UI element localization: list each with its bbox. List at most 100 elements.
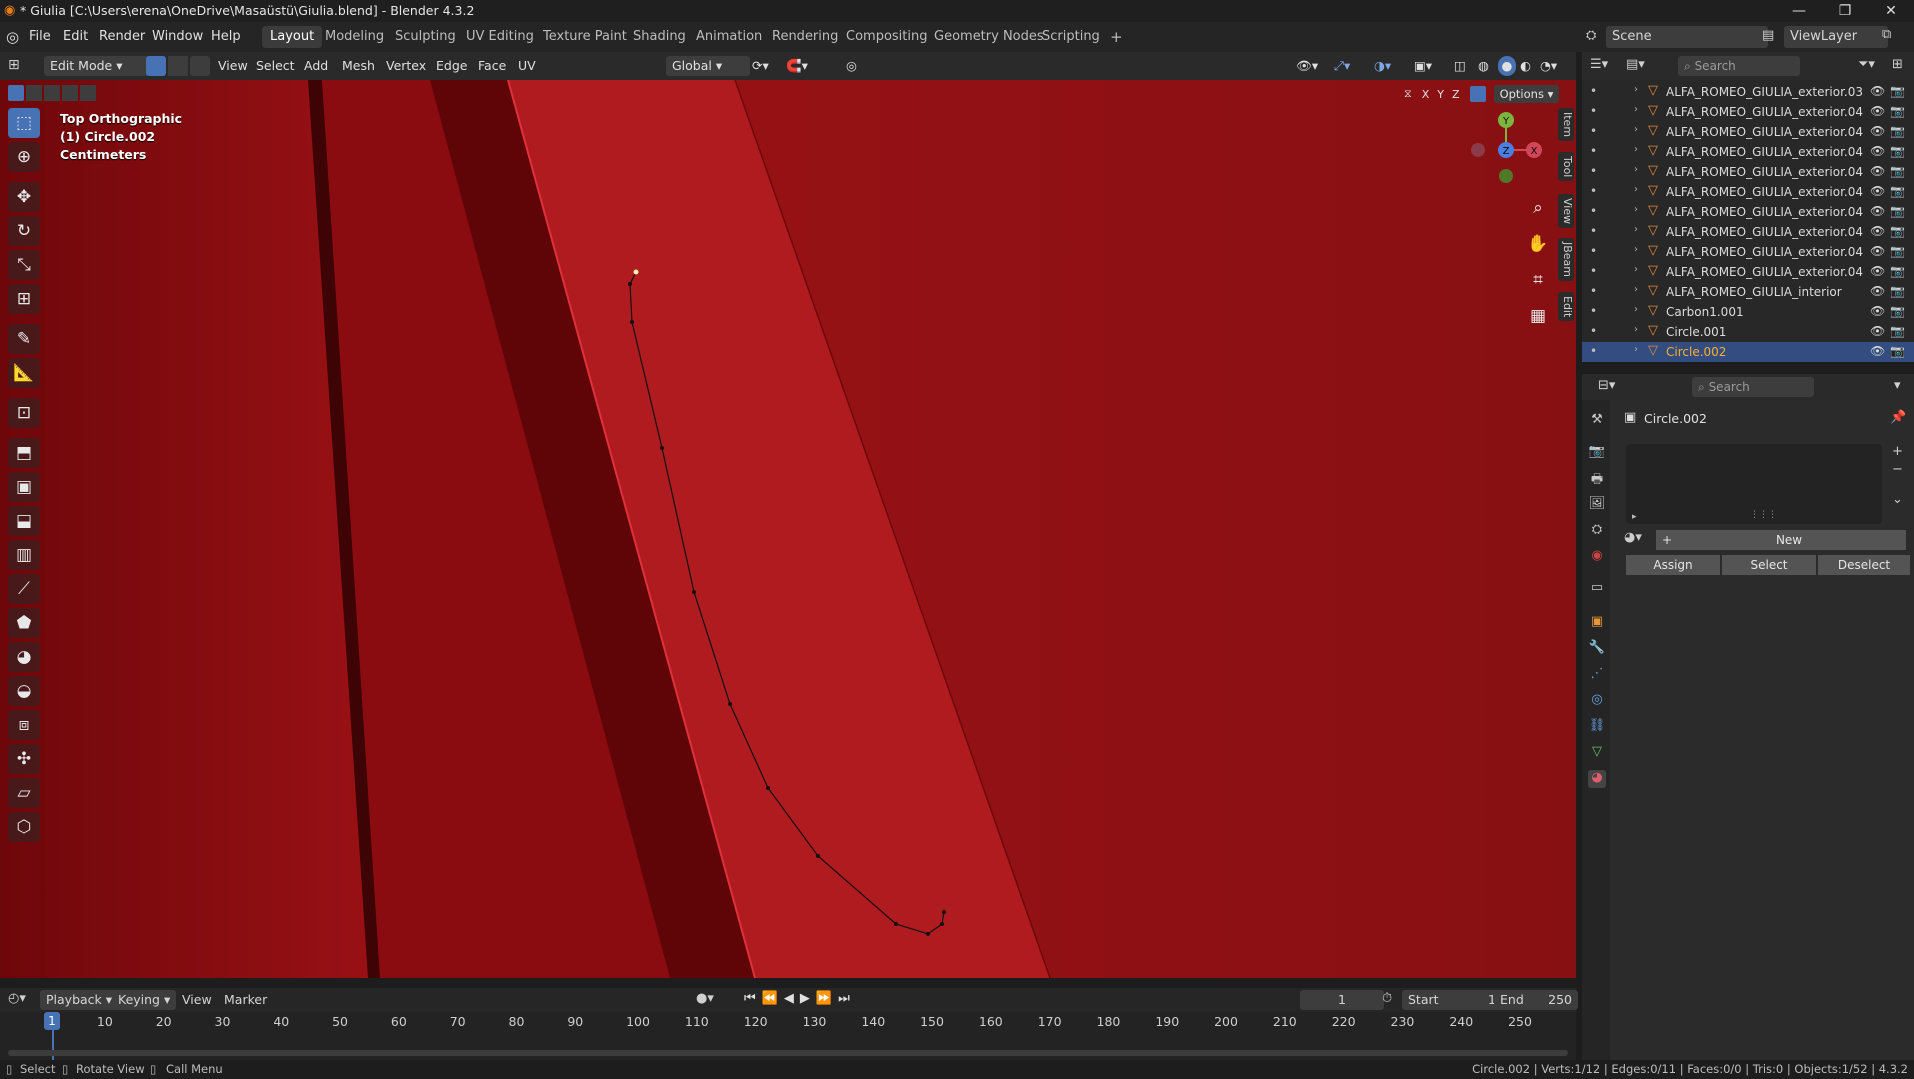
proportional-edit-icon[interactable]: ◎ xyxy=(846,56,857,76)
visibility-eye-icon[interactable]: 👁 xyxy=(1870,244,1885,258)
tab-layout[interactable]: Layout xyxy=(262,26,323,48)
pin-icon[interactable]: 📌 xyxy=(1890,410,1906,425)
menu-mesh[interactable]: Mesh xyxy=(342,56,375,76)
render-camera-icon[interactable]: 📷 xyxy=(1890,344,1905,358)
visibility-eye-icon[interactable]: 👁 xyxy=(1870,164,1885,178)
mode-dropdown[interactable]: Edit Mode ▾ xyxy=(44,56,148,76)
inset-tool-icon[interactable]: ▣ xyxy=(8,472,40,502)
menu-view[interactable]: View xyxy=(218,56,248,76)
visibility-eye-icon[interactable]: 👁 xyxy=(1870,224,1885,238)
outliner-item[interactable]: • › ▽ ALFA_ROMEO_GIULIA_exterior.04 👁 📷 xyxy=(1582,242,1914,262)
select-new-button[interactable] xyxy=(8,85,24,101)
render-tab-icon[interactable]: 📷 xyxy=(1588,444,1606,462)
close-button[interactable]: ✕ xyxy=(1868,0,1914,22)
filter-icon[interactable]: ⏷▾ xyxy=(1858,57,1875,72)
navigation-gizmo[interactable]: Y X Z xyxy=(1466,106,1546,186)
render-camera-icon[interactable]: 📷 xyxy=(1890,204,1905,218)
move-tool-icon[interactable]: ✥ xyxy=(8,182,40,212)
timeline[interactable]: 10 20 30 40 50 60 70 80 90 100 110 120 130 140 150 160 1… xyxy=(0,1012,1576,1060)
playhead[interactable]: 1 xyxy=(44,1012,60,1030)
expand-arrow-icon[interactable]: › xyxy=(1634,204,1638,215)
tab-shading[interactable]: Shading xyxy=(625,26,694,48)
expand-arrow-icon[interactable]: › xyxy=(1634,104,1638,115)
select-box-tool-icon[interactable]: ⬚ xyxy=(8,108,40,138)
visibility-eye-icon[interactable]: 👁 xyxy=(1870,104,1885,118)
expand-arrow-icon[interactable]: › xyxy=(1634,244,1638,255)
expand-arrow-icon[interactable]: › xyxy=(1634,344,1638,355)
constraints-tab-icon[interactable]: ⛓ xyxy=(1588,718,1606,736)
edge-select-button[interactable] xyxy=(168,56,188,76)
outliner-item[interactable]: • › ▽ ALFA_ROMEO_GIULIA_exterior.04 👁 📷 xyxy=(1582,182,1914,202)
menu-vertex[interactable]: Vertex xyxy=(386,56,426,76)
pan-hand-icon[interactable]: ✋ xyxy=(1524,230,1552,258)
select-extend-button[interactable] xyxy=(26,85,42,101)
visibility-eye-icon[interactable]: 👁 xyxy=(1870,124,1885,138)
visibility-eye-icon[interactable]: 👁 xyxy=(1870,264,1885,278)
material-browse-icon[interactable]: ◕▾ xyxy=(1624,530,1642,545)
perspective-toggle-icon[interactable]: ▦ xyxy=(1524,302,1552,330)
tab-sculpting[interactable]: Sculpting xyxy=(387,26,464,48)
camera-view-icon[interactable]: ⌗ xyxy=(1524,266,1552,294)
render-camera-icon[interactable]: 📷 xyxy=(1890,264,1905,278)
material-shading-icon[interactable]: ◐ xyxy=(1520,56,1531,76)
xray-icon[interactable]: ◫ xyxy=(1454,56,1466,76)
orientation-dropdown[interactable]: Global ▾ xyxy=(666,56,750,76)
world-tab-icon[interactable]: ◉ xyxy=(1588,548,1606,566)
render-camera-icon[interactable]: 📷 xyxy=(1890,124,1905,138)
deselect-button[interactable]: Deselect xyxy=(1818,555,1910,575)
sidebar-tab-item[interactable]: Item xyxy=(1558,108,1574,142)
select-intersect-button[interactable] xyxy=(80,85,96,101)
visibility-eye-icon[interactable]: 👁 xyxy=(1870,204,1885,218)
mirror-y-toggle[interactable]: Y xyxy=(1437,88,1444,101)
visibility-eye-icon[interactable]: 👁 xyxy=(1870,184,1885,198)
add-workspace-button[interactable]: + xyxy=(1102,26,1131,48)
new-material-button[interactable]: + New xyxy=(1656,530,1906,550)
scene-tab-icon[interactable]: ⛭ xyxy=(1588,522,1606,540)
overlays-icon[interactable]: ◑▾ xyxy=(1374,56,1391,76)
visibility-eye-icon[interactable]: 👁 xyxy=(1870,144,1885,158)
rotate-tool-icon[interactable]: ↻ xyxy=(8,216,40,246)
visibility-eye-icon[interactable]: 👁 xyxy=(1870,324,1885,338)
menu-face[interactable]: Face xyxy=(478,56,506,76)
solid-shading-icon[interactable]: ● xyxy=(1498,56,1516,76)
viewlayer-selector[interactable]: ViewLayer xyxy=(1784,26,1888,48)
select-subtract-button[interactable] xyxy=(44,85,60,101)
shrink-fatten-tool-icon[interactable]: ✣ xyxy=(8,744,40,774)
new-collection-icon[interactable]: ⊞ xyxy=(1892,57,1903,72)
menu-file[interactable]: File xyxy=(29,29,51,44)
maximize-button[interactable]: ❐ xyxy=(1822,0,1868,22)
scale-tool-icon[interactable]: ⤡ xyxy=(8,250,40,280)
3d-viewport[interactable]: Top Orthographic (1) Circle.002 Centimet… xyxy=(0,80,1576,978)
outliner-item[interactable]: • › ▽ ALFA_ROMEO_GIULIA_exterior.04 👁 📷 xyxy=(1582,262,1914,282)
outliner-item[interactable]: • › ▽ ALFA_ROMEO_GIULIA_interior 👁 📷 xyxy=(1582,282,1914,302)
remove-slot-icon[interactable]: − xyxy=(1892,462,1903,477)
end-frame-field[interactable]: End 250 xyxy=(1494,990,1578,1010)
output-tab-icon[interactable]: 🖶 xyxy=(1588,470,1606,488)
assign-button[interactable]: Assign xyxy=(1626,555,1720,575)
list-resize-handle[interactable]: ⋮⋮⋮ xyxy=(1750,510,1777,520)
loop-cut-tool-icon[interactable]: ▥ xyxy=(8,540,40,570)
sidebar-tab-jbeam[interactable]: JBeam xyxy=(1558,238,1574,282)
properties-search-input[interactable]: ⌕ Search xyxy=(1692,377,1814,397)
menu-edge[interactable]: Edge xyxy=(436,56,467,76)
render-camera-icon[interactable]: 📷 xyxy=(1890,224,1905,238)
expand-arrow-icon[interactable]: › xyxy=(1634,144,1638,155)
pivot-icon[interactable]: ⟳▾ xyxy=(752,56,769,76)
outliner-item[interactable]: • › ▽ ALFA_ROMEO_GIULIA_exterior.04 👁 📷 xyxy=(1582,102,1914,122)
particles-tab-icon[interactable]: ⋰ xyxy=(1588,666,1606,684)
render-camera-icon[interactable]: 📷 xyxy=(1890,104,1905,118)
auto-merge-icon[interactable] xyxy=(1469,86,1486,102)
sidebar-tab-tool[interactable]: Tool xyxy=(1558,152,1574,182)
snap-icon[interactable]: 🧲▾ xyxy=(786,56,808,76)
wireframe-shading-icon[interactable]: ◍ xyxy=(1478,56,1489,76)
outliner-editor-icon[interactable]: ☰▾ xyxy=(1590,57,1608,72)
minimize-button[interactable]: — xyxy=(1776,0,1822,22)
select-invert-button[interactable] xyxy=(62,85,78,101)
expand-arrow-icon[interactable]: › xyxy=(1634,124,1638,135)
outliner-item[interactable]: • › ▽ ALFA_ROMEO_GIULIA_exterior.04 👁 📷 xyxy=(1582,142,1914,162)
menu-render[interactable]: Render xyxy=(99,29,145,44)
menu-select[interactable]: Select xyxy=(256,56,295,76)
mirror-x-toggle[interactable]: X xyxy=(1422,88,1430,101)
cursor-tool-icon[interactable]: ⊕ xyxy=(8,142,40,172)
playback-controls[interactable]: ⏮⏪◀▶⏩⏭ xyxy=(744,991,856,1006)
